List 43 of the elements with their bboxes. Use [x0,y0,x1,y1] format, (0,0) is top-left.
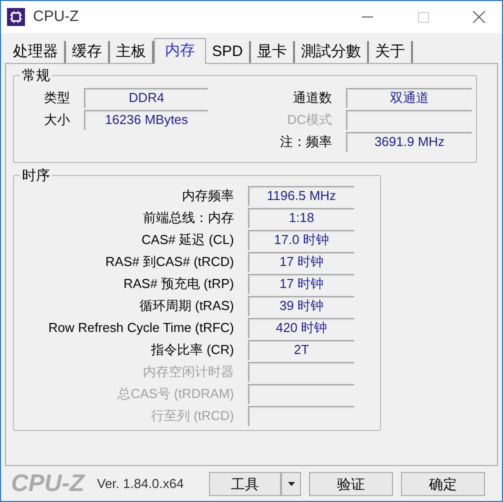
value-field: 3691.9 MHz [346,132,472,152]
field-label: 指令比率 (CR) [150,341,235,360]
field-label: 行至列 (tRCD) [150,407,235,426]
tab[interactable]: 内存 [154,38,206,64]
dropdown-button[interactable] [281,472,301,496]
value-field: 1:18 [248,208,354,228]
minimize-icon [362,16,372,18]
field-label: DC模式 [286,111,333,130]
close-icon [473,11,485,23]
value-field: 17.0 时钟 [248,230,354,250]
version-text: Ver. 1.84.0.x64 [97,475,185,494]
value-field: 16236 MBytes [84,110,208,130]
window-title: CPU-Z [33,6,79,27]
field-label: Row Refresh Cycle Time (tRFC) [47,319,235,338]
field-label: RAS# 预充电 (tRP) [122,275,235,294]
field-label: 类型 [43,89,71,108]
caret-icon [288,482,294,486]
value-field: DDR4 [84,88,208,108]
value-field: 双通道 [346,88,472,108]
field-label: 通道数 [292,89,333,108]
field-label: 内存频率 [181,187,235,206]
field-label: 注：频率 [279,133,333,152]
field-label: 大小 [43,111,71,130]
dialog-button[interactable]: 验证 [309,472,393,496]
app-logo: CPU-Z [11,469,86,499]
app-icon [7,8,25,26]
field-label: CAS# 延迟 (CL) [140,231,235,250]
field-label: 总CAS号 (tRDRAM) [116,385,235,404]
field-label: 循环周期 (tRAS) [138,297,235,316]
value-field: 17 时钟 [248,252,354,272]
dialog-button[interactable]: 确定 [401,472,485,496]
tools-button[interactable]: 工具 [209,472,281,496]
group-title: 常规 [20,66,52,84]
value-field: 17 时钟 [248,274,354,294]
value-field: 420 时钟 [248,318,354,338]
field-label: RAS# 到CAS# (tRCD) [104,253,235,272]
value-field: 2T [248,340,354,360]
field-label: 内存空闲计时器 [142,363,235,382]
field-label: 前端总线：内存 [142,209,235,228]
value-field: 1196.5 MHz [248,186,354,206]
value-field: 39 时钟 [248,296,354,316]
group-title: 时序 [20,166,52,184]
maximize-icon [418,12,428,22]
